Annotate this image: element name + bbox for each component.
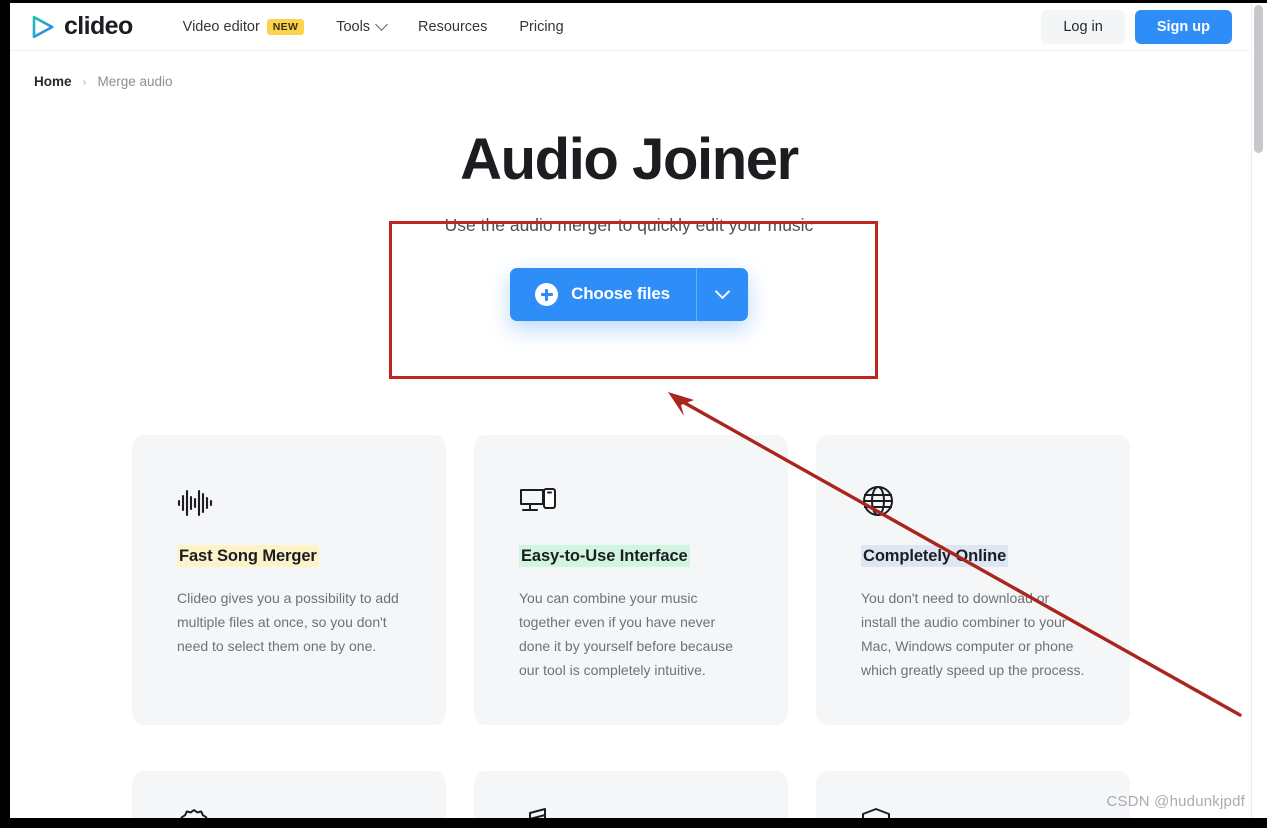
nav-label: Video editor (182, 18, 260, 35)
frame-edge-top (0, 0, 1267, 3)
clideo-logo[interactable]: clideo (30, 12, 133, 41)
logo-text: clideo (64, 12, 133, 40)
signup-button[interactable]: Sign up (1134, 9, 1232, 44)
new-badge: NEW (266, 18, 305, 35)
globe-icon (861, 480, 1088, 518)
feature-card-fast-song-merger: Fast Song Merger Clideo gives you a poss… (132, 435, 446, 725)
chevron-down-icon (375, 18, 388, 31)
nav-item-tools[interactable]: Tools (320, 18, 402, 35)
main-nav: Video editor NEW Tools Resources Pricing (167, 18, 580, 35)
hero-section: Audio Joiner Use the audio merger to qui… (0, 127, 1258, 321)
feature-title: Completely Online (861, 545, 1009, 567)
choose-files-button[interactable]: Choose files (510, 267, 748, 321)
nav-label: Tools (336, 18, 371, 35)
vertical-scrollbar[interactable] (1251, 3, 1264, 818)
chevron-down-icon (714, 284, 731, 300)
desktop-mobile-icon (519, 480, 746, 518)
feature-card-easy-to-use-interface: Easy-to-Use Interface You can combine yo… (474, 435, 788, 725)
nav-item-video-editor[interactable]: Video editor NEW (167, 18, 321, 35)
audio-waveform-icon (177, 480, 404, 518)
feature-card-completely-online: Completely Online You don't need to down… (816, 435, 1130, 725)
breadcrumb-separator-icon: › (82, 74, 87, 89)
feature-title: Fast Song Merger (177, 545, 319, 567)
page-title: Audio Joiner (460, 127, 799, 192)
plus-circle-icon (535, 282, 559, 306)
breadcrumb-current: Merge audio (97, 74, 173, 89)
scrollbar-thumb[interactable] (1254, 5, 1263, 153)
feature-title-wrap: Fast Song Merger (177, 544, 404, 569)
play-triangle-icon (32, 15, 54, 38)
nav-label: Pricing (519, 18, 564, 35)
login-button[interactable]: Log in (1041, 9, 1125, 44)
breadcrumb-home[interactable]: Home (34, 74, 72, 89)
feature-title: Easy-to-Use Interface (519, 545, 690, 567)
frame-edge-bottom (0, 818, 1267, 828)
cta-wrapper: Choose files (0, 267, 1258, 321)
nav-item-resources[interactable]: Resources (402, 19, 503, 35)
browser-page: clideo Video editor NEW Tools Resources … (0, 0, 1267, 828)
feature-text: You don't need to download or install th… (861, 589, 1085, 678)
choose-files-main[interactable]: Choose files (510, 268, 696, 321)
feature-title-wrap: Completely Online (861, 544, 1088, 569)
feature-title-wrap: Easy-to-Use Interface (519, 544, 746, 569)
nav-label: Resources (418, 18, 488, 35)
hero-subtitle: Use the audio merger to quickly edit you… (444, 214, 814, 235)
watermark: CSDN @hudunkjpdf (1106, 793, 1245, 810)
feature-text: Clideo gives you a possibility to add mu… (177, 589, 399, 654)
header-actions: Log in Sign up (1041, 9, 1232, 44)
nav-item-pricing[interactable]: Pricing (503, 19, 579, 35)
choose-files-label: Choose files (571, 284, 670, 304)
breadcrumb: Home › Merge audio (34, 74, 173, 89)
feature-cards: Fast Song Merger Clideo gives you a poss… (132, 435, 1130, 725)
feature-text: You can combine your music together even… (519, 589, 734, 678)
site-header: clideo Video editor NEW Tools Resources … (10, 3, 1250, 51)
frame-edge-left (0, 0, 10, 828)
choose-files-dropdown-toggle[interactable] (695, 267, 748, 321)
